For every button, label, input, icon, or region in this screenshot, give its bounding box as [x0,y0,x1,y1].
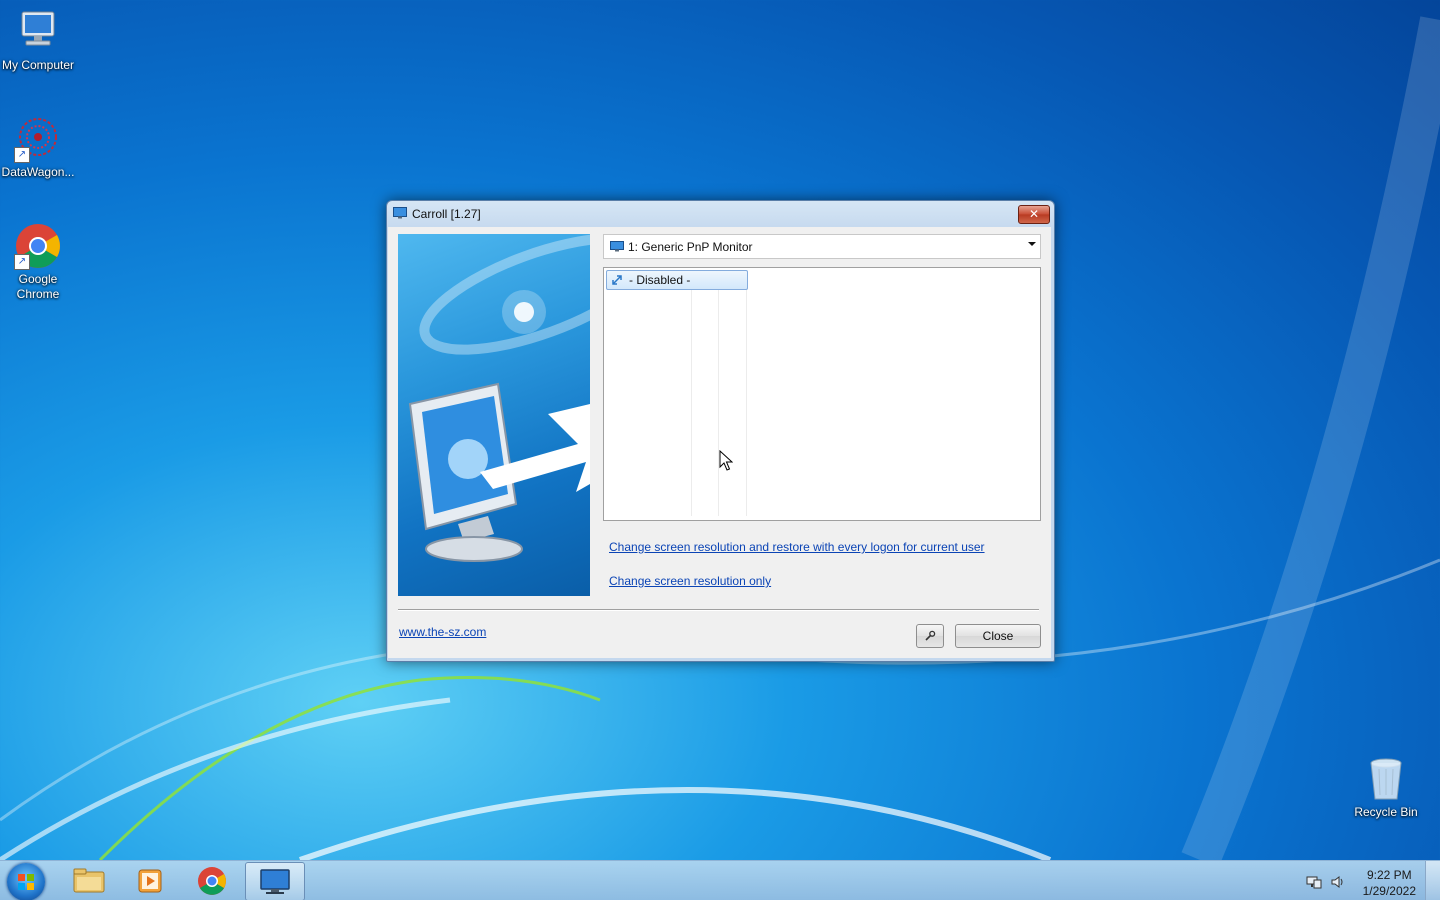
desktop-icon-google-chrome[interactable]: ↗ Google Chrome [0,222,76,302]
chrome-icon: ↗ [14,222,62,270]
desktop-icon-datawagon[interactable]: ↗ DataWagon... [0,115,76,180]
windows-logo-icon [18,874,34,890]
desktop-icon-my-computer[interactable]: My Computer [0,8,76,73]
folder-icon [73,868,105,893]
settings-button[interactable] [916,624,944,648]
taskbar-clock[interactable]: 9:22 PM 1/29/2022 [1363,867,1416,899]
mouse-cursor-icon [719,450,733,471]
monitor-icon [260,869,290,894]
monitor-select-value: 1: Generic PnP Monitor [628,240,753,254]
volume-icon[interactable] [1330,875,1346,889]
media-player-icon [138,869,162,893]
desktop-icon-label: Recycle Bin [1354,805,1418,819]
chrome-icon [198,867,226,895]
start-button[interactable] [7,863,45,900]
monitor-icon [393,207,407,219]
close-button[interactable]: Close [955,624,1041,648]
wrench-icon [925,630,936,641]
window-title: Carroll [1.27] [412,207,481,221]
show-desktop-button[interactable] [1425,861,1440,900]
resolution-list[interactable]: - Disabled - [603,267,1041,521]
restore-every-logon-link[interactable]: Change screen resolution and restore wit… [609,540,985,554]
separator [398,609,1039,611]
list-item[interactable]: - Disabled - [606,270,748,290]
taskbar: 9:22 PM 1/29/2022 [0,860,1440,900]
desktop-icon-label: My Computer [1,58,75,72]
computer-icon [14,8,62,56]
chevron-down-icon[interactable] [1028,242,1036,246]
column-divider [718,290,719,516]
window-close-button[interactable]: ✕ [1018,205,1050,224]
taskbar-chrome[interactable] [183,862,241,899]
shortcut-arrow-icon: ↗ [14,147,30,163]
carroll-window: Carroll [1.27] ✕ 1: Generic PnP Monitor … [386,200,1055,662]
resize-icon [612,275,622,285]
banner-image [398,234,590,596]
datawagon-icon: ↗ [14,115,62,163]
column-divider [746,290,747,516]
website-link[interactable]: www.the-sz.com [399,625,486,639]
desktop-icon-recycle-bin[interactable]: Recycle Bin [1348,755,1424,820]
list-item-label: - Disabled - [629,273,691,287]
taskbar-carroll[interactable] [245,862,305,900]
recycle-bin-icon [1362,755,1410,803]
taskbar-media-player[interactable] [121,862,179,899]
taskbar-explorer[interactable] [60,862,118,899]
monitor-icon [610,241,624,252]
clock-date: 1/29/2022 [1362,884,1416,898]
clock-time: 9:22 PM [1366,868,1412,882]
window-titlebar[interactable]: Carroll [1.27] ✕ [387,201,1054,227]
window-client-area: 1: Generic PnP Monitor - Disabled - Chan… [388,227,1051,658]
column-divider [691,290,692,516]
change-resolution-only-link[interactable]: Change screen resolution only [609,574,771,588]
desktop-icon-label: DataWagon... [1,165,75,179]
monitor-select[interactable]: 1: Generic PnP Monitor [603,234,1041,259]
network-icon[interactable] [1306,875,1322,889]
desktop-icon-label: Google Chrome [16,272,60,301]
shortcut-arrow-icon: ↗ [14,254,30,270]
